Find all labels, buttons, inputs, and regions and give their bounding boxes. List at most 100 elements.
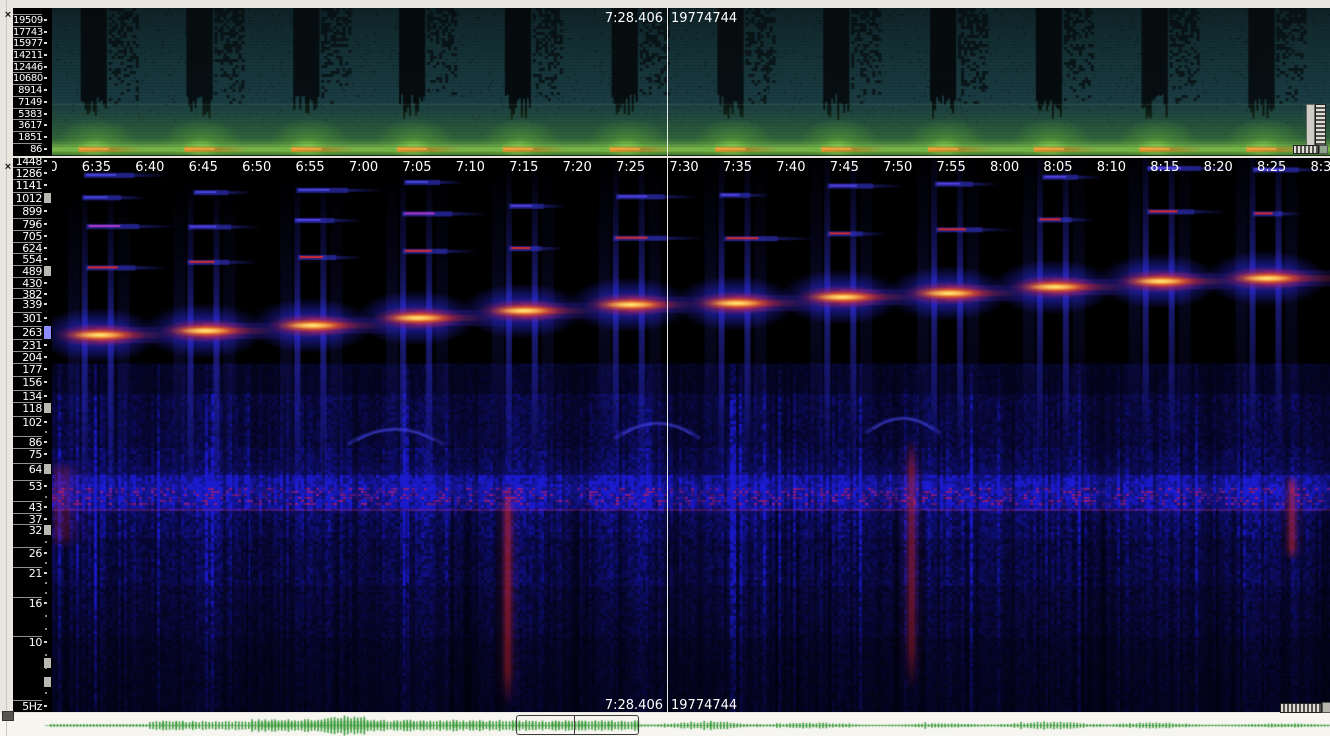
frequency-tick-mark (44, 160, 47, 162)
time-tick-label: 8:25 (1257, 160, 1286, 175)
time-tick-label: 8:05 (1043, 160, 1072, 175)
frequency-tick-label: 53 (13, 480, 42, 493)
frequency-tick-mark-minor (45, 562, 47, 564)
time-tick-label: 6:35 (82, 160, 111, 175)
frequency-tick-label: 102 (13, 416, 42, 429)
frequency-tick-mark (44, 54, 47, 56)
frequency-tick-mark (44, 602, 47, 604)
time-tick-label: 6:40 (135, 160, 164, 175)
frequency-tick-mark (44, 282, 47, 284)
frequency-tick-label: 26 (13, 547, 42, 560)
frequency-tick-mark (44, 235, 47, 237)
playback-cursor-top[interactable] (667, 8, 668, 156)
frequency-tick-mark (44, 356, 47, 358)
main-frequency-axis: 1448128611411012899796705624554489430382… (13, 158, 44, 712)
time-tick-label: 7:45 (830, 160, 859, 175)
close-main-pane-button[interactable]: × (2, 161, 14, 173)
time-tick-label: 6:50 (242, 160, 271, 175)
frequency-tick-mark (44, 641, 47, 643)
time-tick-label: 7:10 (456, 160, 485, 175)
melodic-range-spectrogram-canvas[interactable] (52, 158, 1330, 712)
frequency-tick-mark (44, 572, 47, 574)
window-corner-handle[interactable] (2, 711, 14, 721)
frequency-tick-mark (44, 247, 47, 249)
spectrogram-viewer-window: × 19509177431597714211124461068089147149… (0, 0, 1330, 736)
frequency-tick-mark (44, 421, 47, 423)
close-top-pane-button[interactable]: × (2, 9, 14, 21)
frequency-tick-label: 64 (13, 463, 42, 476)
time-tick-label: 8:15 (1150, 160, 1179, 175)
time-tick-label: 6:45 (189, 160, 218, 175)
frequency-tick-mark (44, 453, 47, 455)
frequency-tick-mark (44, 148, 47, 150)
frequency-tick-mark (44, 258, 47, 260)
playback-cursor-main[interactable] (667, 158, 668, 712)
frequency-tick-mark (44, 77, 47, 79)
frequency-tick-label: 156 (13, 376, 42, 389)
horizontal-zoom-thumbwheel-top[interactable] (1293, 145, 1319, 154)
frequency-marker-gray (44, 677, 51, 687)
frequency-tick-mark (44, 506, 47, 508)
time-tick-label: 7:25 (616, 160, 645, 175)
time-tick-label: 8:00 (990, 160, 1019, 175)
frequency-tick-label: 899 (13, 205, 42, 218)
frequency-tick-mark (44, 552, 47, 554)
frequency-tick-mark (44, 705, 47, 707)
frequency-tick-mark-minor (45, 431, 47, 433)
frequency-tick-label: 75 (13, 448, 42, 461)
frequency-marker-gray (44, 464, 51, 474)
pane-resize-widget-top[interactable] (1319, 145, 1328, 154)
horizontal-zoom-thumbwheel-main[interactable] (1280, 703, 1322, 713)
frequency-tick-label: 1012 (13, 192, 42, 205)
frequency-tick-mark-minor (45, 654, 47, 656)
time-tick-label: 7:20 (563, 160, 592, 175)
frequency-tick-mark (44, 89, 47, 91)
overview-spectrogram-canvas[interactable] (52, 8, 1330, 156)
frequency-tick-mark (44, 184, 47, 186)
frequency-marker-gray (44, 403, 51, 413)
frequency-tick-mark-minor (45, 582, 47, 584)
frequency-marker-gray (44, 658, 51, 668)
pane-resize-widget-main[interactable] (1322, 702, 1330, 713)
time-tick-label: 7:55 (937, 160, 966, 175)
frequency-tick-mark (44, 293, 47, 295)
cursor-frame-label-bottom: 19774744 (671, 698, 737, 713)
time-tick-label: 7:30 (669, 160, 698, 175)
overview-view-divider (574, 716, 575, 734)
frequency-tick-mark (44, 113, 47, 115)
frequency-tick-mark-minor (45, 592, 47, 594)
frequency-tick-mark (44, 42, 47, 44)
frequency-tick-mark (44, 101, 47, 103)
frequency-tick-mark-minor (45, 628, 47, 630)
time-tick-label: 7:15 (509, 160, 538, 175)
frequency-tick-label: 263 (13, 326, 42, 339)
frequency-tick-label: 16 (13, 597, 42, 610)
top-frequency-axis: 1950917743159771421112446106808914714953… (13, 8, 44, 156)
frequency-tick-mark-minor (45, 541, 47, 543)
frequency-tick-mark (44, 31, 47, 33)
frequency-tick-label: 10 (13, 636, 42, 649)
frequency-tick-label: 177 (13, 363, 42, 376)
frequency-tick-mark (44, 518, 47, 520)
time-tick-label: 8:10 (1097, 160, 1126, 175)
frequency-tick-mark (44, 124, 47, 126)
time-tick-label: 7:05 (402, 160, 431, 175)
frequency-tick-mark (44, 381, 47, 383)
frequency-tick-mark-minor (45, 692, 47, 694)
time-tick-label: 7:00 (349, 160, 378, 175)
frequency-tick-label: 21 (13, 567, 42, 580)
frequency-tick-mark-minor (45, 496, 47, 498)
frequency-tick-mark (44, 210, 47, 212)
time-tick-label: 7:50 (883, 160, 912, 175)
overview-view-box[interactable] (516, 715, 639, 735)
time-tick-label: 7:40 (776, 160, 805, 175)
frequency-tick-mark (44, 303, 47, 305)
time-ruler: 6:306:356:406:456:506:557:007:057:107:15… (44, 158, 1330, 178)
frequency-marker-gray (44, 266, 51, 276)
frequency-marker-gray (44, 193, 51, 203)
global-overview-waveform-canvas[interactable] (0, 713, 1330, 736)
frequency-marker-current (44, 326, 51, 339)
frequency-tick-label: 301 (13, 312, 42, 325)
frequency-tick-mark (44, 66, 47, 68)
frequency-tick-mark (44, 344, 47, 346)
